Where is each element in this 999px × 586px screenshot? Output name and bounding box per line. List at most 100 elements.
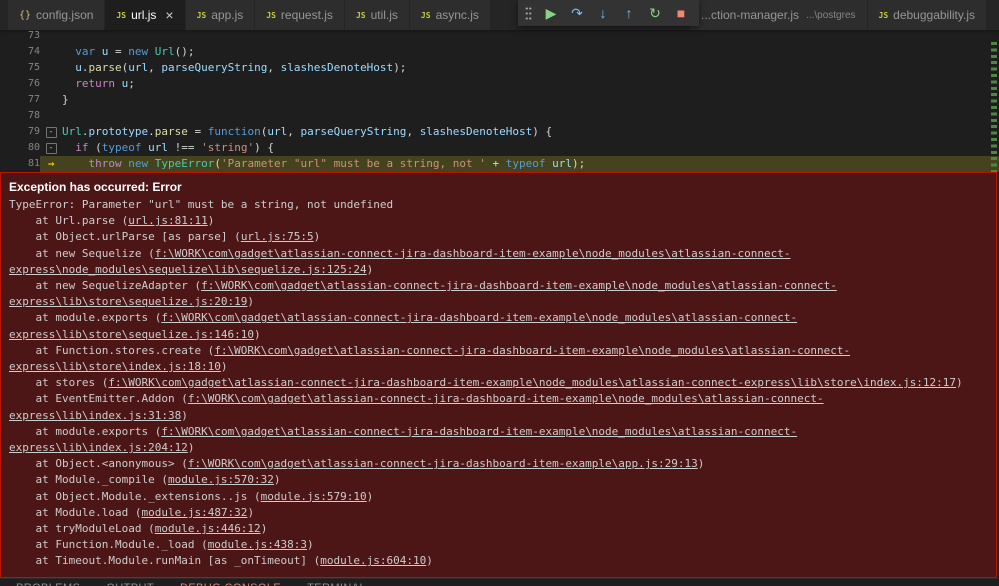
js-file-icon: JS — [116, 10, 127, 20]
code-line-73: 73 — [0, 30, 999, 44]
code-text: } — [62, 93, 69, 106]
line-number[interactable]: 76 — [0, 76, 40, 92]
tab-url.js[interactable]: JS url.js × — [105, 0, 186, 30]
stack-frame-link[interactable]: module.js:579:10 — [261, 490, 367, 503]
fold-icon[interactable]: - — [45, 127, 57, 138]
stack-frame: at stores (f:\WORK\com\gadget\atlassian-… — [9, 376, 963, 390]
line-number[interactable]: 73 — [0, 30, 40, 44]
fold-margin — [40, 60, 62, 76]
panel-tab-output[interactable]: OUTPUT — [106, 582, 154, 586]
code-text: return u; — [75, 77, 135, 90]
overview-ruler[interactable] — [991, 42, 997, 172]
code-text: Url.prototype.parse = function(url, pars… — [62, 125, 553, 138]
editor-tab-group-2: ...ction-manager.js ...\postgres JS debugga… — [690, 0, 987, 30]
code-line-79: 79- Url.prototype.parse = function(url, p… — [0, 124, 999, 140]
line-number[interactable]: 77 — [0, 92, 40, 108]
current-statement-arrow-icon[interactable]: → — [40, 156, 62, 172]
stack-frame-link[interactable]: module.js:446:12 — [155, 522, 261, 535]
vscode-window: {} config.json JS url.js × JS app.js JS request.… — [0, 0, 999, 586]
stack-frame-link[interactable]: module.js:438:3 — [208, 538, 307, 551]
fold-margin[interactable]: - — [40, 140, 62, 156]
stack-frame: at EventEmitter.Addon (f:\WORK\com\gadge… — [9, 392, 824, 422]
stack-frame: at new Sequelize (f:\WORK\com\gadget\atl… — [9, 246, 791, 276]
code-line-76: 76 return u; — [0, 76, 999, 92]
stack-frame: at tryModuleLoad (module.js:446:12) — [9, 522, 268, 536]
line-number[interactable]: 78 — [0, 108, 40, 124]
panel-tab-debug-console[interactable]: DEBUG CONSOLE — [180, 582, 281, 586]
stop-button[interactable]: ■ — [668, 0, 694, 26]
code-text: if (typeof url !== 'string') { — [75, 141, 274, 154]
tab-label: url.js — [131, 8, 157, 22]
step-into-button[interactable]: ↓ — [590, 0, 616, 26]
code-text: u.parse(url, parseQueryString, slashesDe… — [75, 61, 407, 74]
stack-frame: at Module._compile (module.js:570:32) — [9, 473, 281, 487]
tab-label: request.js — [280, 8, 333, 22]
continue-button[interactable]: ▶ — [538, 0, 564, 26]
stack-frame: at Function.stores.create (f:\WORK\com\g… — [9, 343, 851, 374]
debug-toolbar-drag-handle[interactable] — [525, 5, 532, 21]
stack-frame: at Object.<anonymous> (f:\WORK\com\gadge… — [9, 457, 705, 471]
line-number[interactable]: 75 — [0, 60, 40, 76]
stack-frame: at new SequelizeAdapter (f:\WORK\com\gad… — [9, 279, 837, 309]
stack-frame-link[interactable]: url.js:81:11 — [128, 214, 207, 227]
line-number[interactable]: 81 — [0, 156, 40, 172]
fold-margin — [40, 108, 62, 124]
debug-toolbar-buttons: ▶ ↷ ↓ ↑ ↻ ■ — [538, 0, 694, 26]
restart-button[interactable]: ↻ — [642, 0, 668, 26]
step-over-button[interactable]: ↷ — [564, 0, 590, 26]
stack-frame-link[interactable]: module.js:604:10 — [320, 554, 426, 567]
code-text: var u = new Url(); — [75, 45, 195, 58]
line-number[interactable]: 79 — [0, 124, 40, 140]
debug-toolbar: ▶ ↷ ↓ ↑ ↻ ■ — [518, 0, 699, 26]
panel-tab-terminal[interactable]: TERMINAL — [307, 582, 366, 586]
json-file-icon: {} — [19, 9, 32, 21]
tab-label: app.js — [211, 8, 244, 22]
stack-frame: at module.exports (f:\WORK\com\gadget\at… — [9, 424, 798, 455]
tab-bar: {} config.json JS url.js × JS app.js JS request.… — [0, 0, 999, 30]
line-number[interactable]: 74 — [0, 44, 40, 60]
close-tab-icon[interactable]: × — [165, 8, 173, 22]
stack-frame-link[interactable]: f:\WORK\com\gadget\atlassian-connect-jir… — [9, 311, 797, 340]
tab-path-description: ...\postgres — [806, 9, 856, 21]
stack-frame-link[interactable]: f:\WORK\com\gadget\atlassian-connect-jir… — [9, 344, 850, 373]
stack-frame-link[interactable]: f:\WORK\com\gadget\atlassian-connect-jir… — [9, 279, 837, 308]
tab-config.json[interactable]: {} config.json — [8, 0, 106, 30]
stack-frame-link[interactable]: module.js:570:32 — [168, 473, 274, 486]
exception-widget: Exception has occurred: Error TypeError:… — [0, 172, 997, 578]
stack-frame: at module.exports (f:\WORK\com\gadget\at… — [9, 311, 798, 341]
code-text: throw new TypeError('Parameter "url" mus… — [88, 157, 586, 170]
stack-frame-link[interactable]: url.js:75:5 — [241, 230, 314, 243]
tab-debuggability.js[interactable]: JS debuggability.js — [867, 0, 987, 30]
fold-icon[interactable]: - — [45, 143, 57, 154]
stack-frame: at Url.parse (url.js:81:11) — [9, 214, 215, 228]
editor-tab-group-1: {} config.json JS url.js × JS app.js JS request.… — [8, 0, 491, 30]
tab-util.js[interactable]: JS util.js — [344, 0, 410, 30]
tab-request.js[interactable]: JS request.js — [255, 0, 345, 30]
stack-frame-link[interactable]: f:\WORK\com\gadget\atlassian-connect-jir… — [108, 376, 956, 389]
fold-margin[interactable]: - — [40, 124, 62, 140]
code-editor[interactable]: 73 74 var u = new Url(); 75 u.parse(url, p… — [0, 30, 999, 172]
stack-frame-link[interactable]: f:\WORK\com\gadget\atlassian-connect-jir… — [9, 247, 790, 276]
stack-frame-link[interactable]: f:\WORK\com\gadget\atlassian-connect-jir… — [9, 425, 797, 454]
stack-frame-link[interactable]: f:\WORK\com\gadget\atlassian-connect-jir… — [188, 457, 698, 470]
stack-frame: TypeError: Parameter "url" must be a str… — [9, 198, 394, 211]
js-file-icon: JS — [355, 10, 366, 20]
stack-frame-link[interactable]: f:\WORK\com\gadget\atlassian-connect-jir… — [9, 392, 824, 421]
line-number[interactable]: 80 — [0, 140, 40, 156]
panel-tabs: PROBLEMS OUTPUT DEBUG CONSOLE TERMINAL — [0, 582, 999, 586]
step-out-button[interactable]: ↑ — [616, 0, 642, 26]
panel-tab-problems[interactable]: PROBLEMS — [16, 582, 80, 586]
tab-label: ...ction-manager.js — [701, 8, 800, 22]
tab-app.js[interactable]: JS app.js — [185, 0, 256, 30]
tab-...ction-manager.js[interactable]: ...ction-manager.js ...\postgres — [690, 0, 868, 30]
stack-frame: at Function.Module._load (module.js:438:… — [9, 538, 314, 552]
tab-label: async.js — [435, 8, 479, 22]
js-file-icon: JS — [878, 10, 889, 20]
code-line-78: 78 — [0, 108, 999, 124]
stack-frame-link[interactable]: module.js:487:32 — [141, 506, 247, 519]
code-line-80: 80- if (typeof url !== 'string') { — [0, 140, 999, 156]
tab-async.js[interactable]: JS async.js — [409, 0, 491, 30]
stack-frame: at Module.load (module.js:487:32) — [9, 505, 255, 519]
js-file-icon: JS — [266, 10, 276, 20]
